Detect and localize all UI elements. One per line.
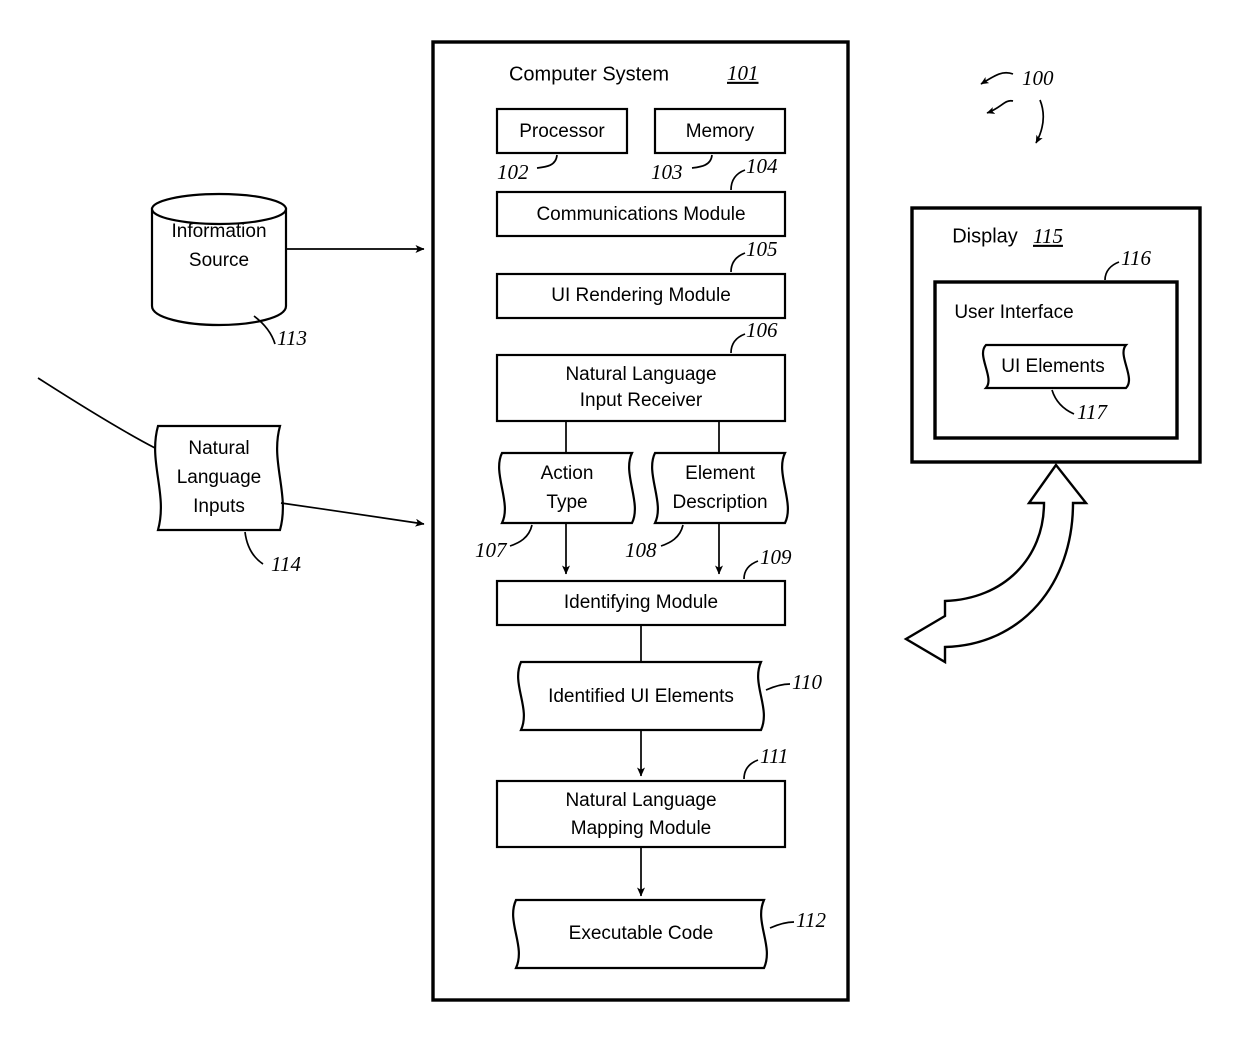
ui-elements-ref: 117 <box>1077 400 1108 424</box>
user-interface-label: User Interface <box>954 302 1073 323</box>
element-description-label-2: Description <box>672 492 767 513</box>
identified-ui-elements-ref: 110 <box>792 670 822 694</box>
processor-leader <box>536 154 558 169</box>
executable-code-ref: 112 <box>796 908 826 932</box>
user-interface-ref: 116 <box>1121 246 1151 270</box>
communications-module-label: Communications Module <box>536 204 745 225</box>
information-source-ref: 113 <box>277 326 307 350</box>
processor-ref: 102 <box>497 160 529 184</box>
executable-code-leader <box>769 921 795 929</box>
ui-elements-leader <box>1051 389 1075 415</box>
display-ref: 115 <box>1033 224 1063 248</box>
element-description-leader <box>660 524 684 547</box>
communications-module-ref: 104 <box>746 154 778 178</box>
figure-ref-leader-3 <box>1035 99 1045 144</box>
natural-language-inputs-leader <box>244 531 264 565</box>
patent-figure-page: Computer System 101 Processor 102 Memory… <box>0 0 1240 1038</box>
element-description-label-1: Element <box>685 463 755 484</box>
identified-ui-elements-label: Identified UI Elements <box>548 686 734 707</box>
element-description-ref: 108 <box>625 538 657 562</box>
display-system-bidirectional-arrow <box>903 462 1089 665</box>
processor-label: Processor <box>519 121 605 142</box>
action-type-label-2: Type <box>546 492 587 513</box>
nl-input-receiver-label-1: Natural Language <box>565 364 716 385</box>
memory-label: Memory <box>686 121 755 142</box>
nl-input-receiver-ref: 106 <box>746 318 778 342</box>
arrow-natural-language-inputs-to-system <box>280 502 425 527</box>
action-type-ref: 107 <box>475 538 508 562</box>
communications-module-leader <box>730 169 746 191</box>
nl-mapping-module-ref: 111 <box>760 744 788 768</box>
figure-ref-100: 100 <box>1022 66 1054 90</box>
executable-code-label: Executable Code <box>569 923 714 944</box>
identified-ui-elements-leader <box>765 683 791 691</box>
action-type-label-1: Action <box>541 463 594 484</box>
natural-language-inputs-ref: 114 <box>271 552 301 576</box>
ui-elements-label: UI Elements <box>1001 356 1104 377</box>
figure-ref-leader-2 <box>986 99 1014 114</box>
nl-input-receiver-label-2: Input Receiver <box>580 390 703 411</box>
natural-language-inputs-label-1: Natural <box>188 438 249 459</box>
nl-input-receiver-leader <box>730 333 746 354</box>
figure-ref-leader-1 <box>980 71 1014 85</box>
natural-language-inputs-label-3: Inputs <box>193 496 245 517</box>
nl-mapping-module-label-1: Natural Language <box>565 790 716 811</box>
action-type-leader <box>509 524 533 547</box>
user-interface-leader <box>1104 261 1120 281</box>
memory-leader <box>691 154 713 169</box>
computer-system-ref: 101 <box>727 61 759 85</box>
identifying-module-leader <box>743 560 759 580</box>
memory-ref: 103 <box>651 160 683 184</box>
identifying-module-ref: 109 <box>760 545 792 569</box>
computer-system-title: Computer System <box>509 63 669 85</box>
nl-mapping-module-label-2: Mapping Module <box>571 818 711 839</box>
ui-rendering-module-label: UI Rendering Module <box>551 285 731 306</box>
ui-rendering-module-ref: 105 <box>746 237 778 261</box>
information-source-label-2: Source <box>189 250 249 271</box>
information-source-top <box>150 192 288 226</box>
information-source-label-1: Information <box>171 221 266 242</box>
display-title: Display <box>952 225 1018 247</box>
identifying-module-label: Identifying Module <box>564 592 718 613</box>
natural-language-inputs-label-2: Language <box>177 467 262 488</box>
ui-rendering-module-leader <box>730 252 746 273</box>
external-input-line <box>37 377 156 449</box>
nl-mapping-module-leader <box>743 759 759 780</box>
figure-diagram: Computer System 101 Processor 102 Memory… <box>37 40 1202 1002</box>
